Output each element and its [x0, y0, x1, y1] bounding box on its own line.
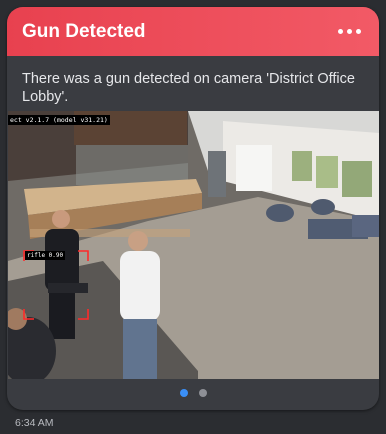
notification-title: Gun Detected [22, 20, 146, 42]
notification-message: There was a gun detected on camera 'Dist… [22, 71, 355, 105]
more-options-icon[interactable] [338, 29, 361, 34]
page-indicator [7, 389, 379, 397]
page-dot-2[interactable] [198, 389, 207, 397]
notification-header: Gun Detected [7, 7, 379, 56]
camera-overlay-version: ect v2.1.7 (model v31.21) [8, 115, 110, 125]
camera-snapshot[interactable]: ect v2.1.7 (model v31.21) rifle 0.90 [8, 111, 379, 379]
notification-timestamp: 6:34 AM [15, 417, 54, 429]
detection-label: rifle 0.90 [25, 251, 66, 260]
notification-card[interactable]: Gun Detected There was a gun detected on… [7, 7, 379, 410]
lobby-scene [8, 111, 379, 379]
page-dot-1[interactable] [179, 389, 188, 397]
